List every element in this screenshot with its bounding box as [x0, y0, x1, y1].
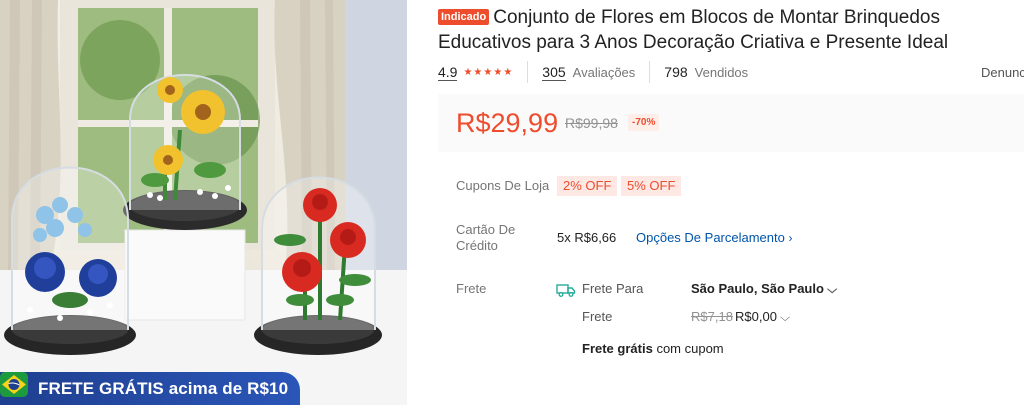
- recommended-badge: Indicado: [438, 9, 490, 25]
- current-price: R$29,99: [456, 108, 559, 138]
- truck-icon: [556, 284, 576, 297]
- sold-label: Vendidos: [694, 64, 749, 80]
- free-shipping-note: Frete grátis com cupom: [582, 341, 724, 356]
- brazil-flag-icon: [0, 372, 28, 397]
- free-shipping-promo-banner: FRETE GRÁTIS acima de R$10: [0, 372, 300, 405]
- free-shipping-condition: com cupom: [656, 341, 724, 356]
- free-shipping-bold: Frete grátis: [582, 341, 653, 356]
- coupon-chip[interactable]: 5% OFF: [621, 176, 682, 196]
- credit-card-label: Cartão De Crédito: [456, 222, 516, 253]
- installments-value: 5x R$6,66: [557, 230, 617, 245]
- product-title: Conjunto de Flores em Blocos de Montar B…: [438, 7, 949, 53]
- flower-display-illustration: [0, 0, 407, 405]
- reviews-label: Avaliações: [572, 64, 636, 80]
- divider: [649, 61, 651, 83]
- chevron-right-icon: ›: [788, 231, 793, 245]
- shipping-label: Frete: [456, 281, 487, 296]
- sold-count: 798: [664, 64, 688, 80]
- chevron-down-icon: ⌵: [779, 312, 790, 324]
- shipping-cost-label: Frete: [582, 309, 613, 324]
- product-image[interactable]: FRETE GRÁTIS acima de R$10: [0, 0, 407, 405]
- price-box: R$29,99 R$99,98 -70%: [438, 94, 1024, 152]
- divider: [527, 61, 529, 83]
- store-coupons-label: Cupons De Loja: [456, 178, 550, 193]
- shipping-current-cost[interactable]: R$0,00 ⌵: [735, 309, 790, 325]
- shipping-destination[interactable]: São Paulo, São Paulo ⌵: [691, 281, 837, 297]
- discount-badge: -70%: [628, 114, 660, 131]
- rating-score[interactable]: 4.9: [438, 64, 458, 81]
- ship-to-label: Frete Para: [582, 281, 644, 296]
- product-title-block: Indicado Conjunto de Flores em Blocos de …: [438, 5, 1024, 55]
- reviews-count[interactable]: 305: [542, 64, 566, 81]
- rating-stars-icon: ★★★★★: [463, 66, 514, 78]
- coupon-chip[interactable]: 2% OFF: [557, 176, 618, 196]
- report-link[interactable]: Denunciar: [981, 65, 1024, 80]
- shipping-original-cost: R$7,18: [691, 309, 733, 324]
- installment-options-link[interactable]: Opções De Parcelamento ›: [636, 230, 792, 245]
- original-price: R$99,98: [565, 115, 618, 131]
- chevron-down-icon: ⌵: [826, 284, 837, 296]
- rating-row: 4.9 ★★★★★ 305 Avaliações 798 Vendidos De…: [438, 61, 1024, 83]
- free-shipping-promo-text: FRETE GRÁTIS acima de R$10: [38, 378, 289, 398]
